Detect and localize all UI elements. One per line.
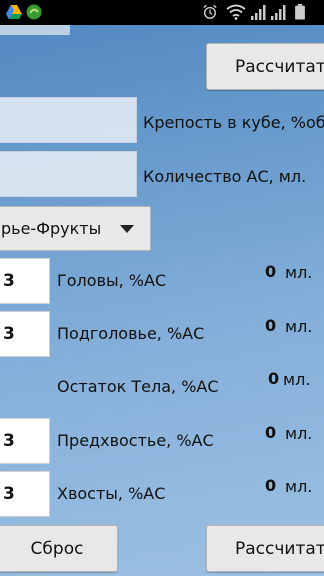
pretails-label: Предхвостье, %АС: [57, 431, 214, 450]
amount-input[interactable]: [0, 151, 137, 197]
calculate-button-bottom[interactable]: Рассчитать: [206, 525, 324, 572]
heads-input[interactable]: 3: [0, 258, 50, 304]
calculate-button-label: Рассчитать: [235, 56, 324, 77]
heads-unit: мл.: [285, 263, 313, 282]
preheads-input[interactable]: 3: [0, 311, 50, 357]
strength-input[interactable]: [0, 97, 137, 143]
battery-icon: [295, 4, 305, 20]
preheads-unit: мл.: [285, 317, 313, 336]
tails-label: Хвосты, %АС: [57, 484, 166, 503]
heads-value: 0: [265, 262, 277, 281]
body-remainder-unit: мл.: [283, 370, 311, 389]
amount-label: Количество АС, мл.: [143, 167, 307, 186]
strength-label: Крепость в кубе, %об.: [143, 113, 324, 132]
preheads-value: 0: [265, 316, 277, 335]
pretails-value: 0: [265, 423, 277, 442]
reset-button-label: Сброс: [30, 538, 84, 559]
drive-icon: [6, 5, 22, 19]
chevron-down-icon: [120, 225, 134, 233]
tails-input[interactable]: 3: [0, 471, 50, 517]
fraction-select[interactable]: рье-Фрукты: [0, 206, 151, 251]
body-remainder-value: 0: [268, 369, 280, 388]
alarm-icon: [203, 4, 217, 19]
pretails-input[interactable]: 3: [0, 418, 50, 464]
header-strip: [0, 25, 70, 35]
heads-label: Головы, %АС: [57, 271, 167, 290]
tails-value: 0: [265, 476, 277, 495]
reset-button[interactable]: Сброс: [0, 525, 118, 572]
signal-icon: [271, 5, 286, 20]
fraction-select-value: рье-Фрукты: [1, 219, 102, 238]
calculate-button-top[interactable]: Рассчитать: [206, 43, 324, 90]
wifi-icon: [226, 4, 246, 20]
preheads-label: Подголовье, %АС: [57, 324, 205, 343]
calculate-button-label: Рассчитать: [235, 538, 324, 559]
body-remainder-label: Остаток Тела, %АС: [57, 377, 219, 396]
app-icon: [26, 4, 42, 20]
signal-icon: [251, 5, 266, 20]
tails-unit: мл.: [285, 477, 313, 496]
status-bar: [0, 0, 324, 25]
pretails-unit: мл.: [285, 424, 313, 443]
